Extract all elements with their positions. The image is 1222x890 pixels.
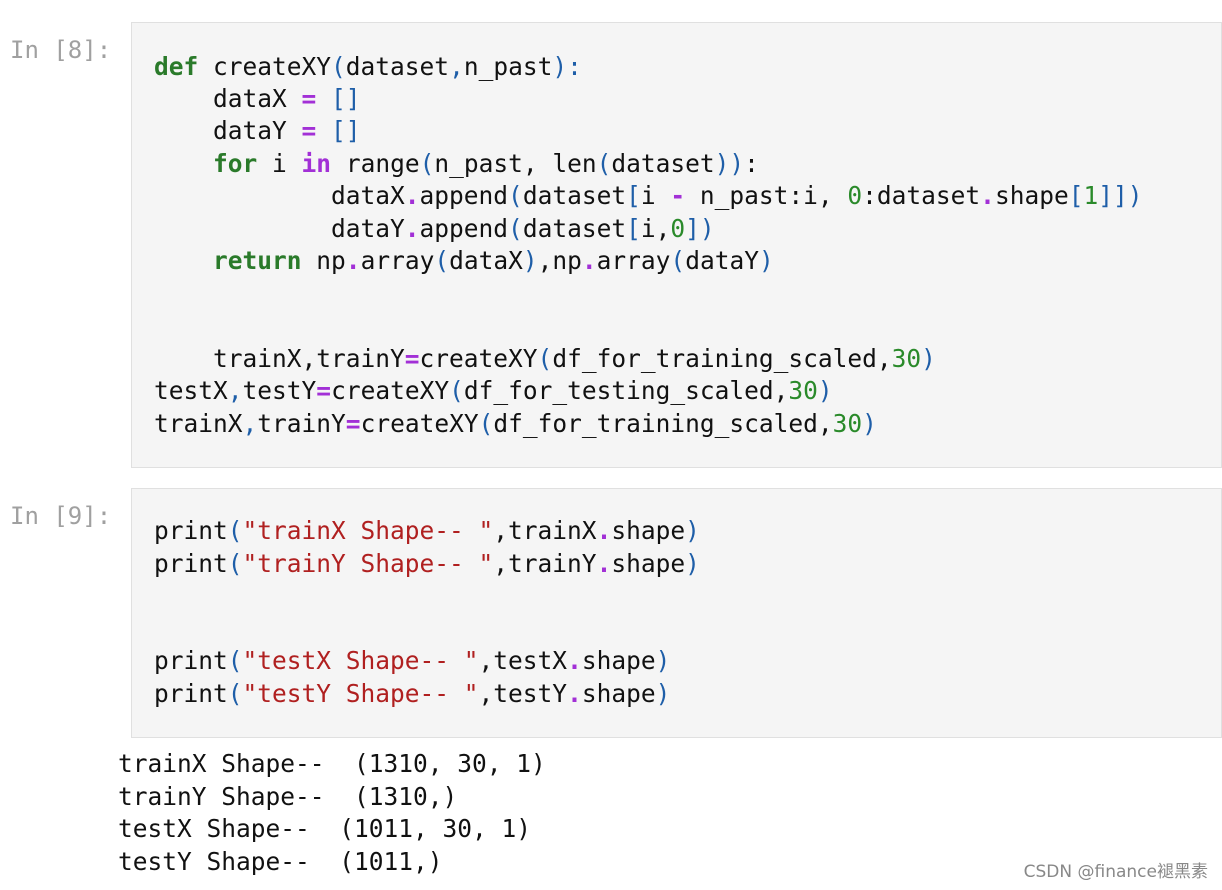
code-line: trainX,trainY=createXY(df_for_training_s… <box>154 409 877 438</box>
code-line: return np.array(dataX),np.array(dataY) <box>213 246 774 275</box>
code-line: dataY.append(dataset[i,0]) <box>154 214 715 243</box>
code-cell-9[interactable]: print("trainX Shape-- ",trainX.shape) pr… <box>131 488 1222 738</box>
output-line: testY Shape-- (1011,) <box>118 847 443 876</box>
output-line: testX Shape-- (1011, 30, 1) <box>118 814 532 843</box>
code-line: trainX,trainY=createXY(df_for_training_s… <box>154 344 936 373</box>
code-cell-8[interactable]: def createXY(dataset,n_past): dataX = []… <box>131 22 1222 468</box>
cell-prompt-8: In [8]: <box>10 36 112 64</box>
code-line: for i in range(n_past, len(dataset)): <box>213 149 759 178</box>
code-line: testX,testY=createXY(df_for_testing_scal… <box>154 376 833 405</box>
code-line: print("testX Shape-- ",testX.shape) <box>154 646 671 675</box>
code-line: dataX.append(dataset[i - n_past:i, 0:dat… <box>154 181 1143 210</box>
code-line: print("trainY Shape-- ",trainY.shape) <box>154 549 700 578</box>
output-line: trainX Shape-- (1310, 30, 1) <box>118 749 546 778</box>
watermark: CSDN @finance褪黑素 <box>1023 862 1208 882</box>
code-line: dataX = [] <box>154 84 361 113</box>
code-line: dataY = [] <box>154 116 361 145</box>
code-line: print("testY Shape-- ",testY.shape) <box>154 679 671 708</box>
code-line: def createXY(dataset,n_past): <box>154 52 582 81</box>
cell-prompt-9: In [9]: <box>10 502 112 530</box>
code-line: print("trainX Shape-- ",trainX.shape) <box>154 516 700 545</box>
output-line: trainY Shape-- (1310,) <box>118 782 458 811</box>
